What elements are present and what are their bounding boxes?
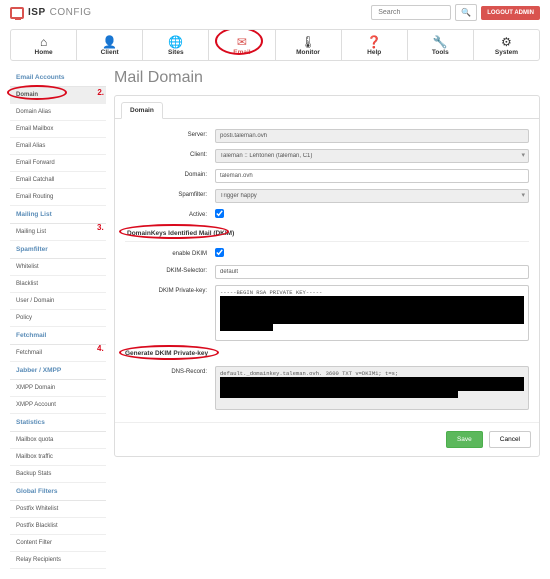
textarea-dns-record[interactable]: default._domainkey.taleman.ovh. 3600 TXT… — [215, 366, 529, 410]
nav-system[interactable]: ⚙System — [474, 30, 539, 60]
cancel-button[interactable]: Cancel — [489, 431, 531, 448]
sidebar-header-mailing-list: Mailing List — [10, 206, 106, 224]
sidebar-item-postfix-blacklist[interactable]: Postfix Blacklist — [10, 518, 106, 535]
sidebar-item-postfix-whitelist[interactable]: Postfix Whitelist — [10, 501, 106, 518]
sidebar-item-relay-recipients[interactable]: Relay Recipients — [10, 552, 106, 569]
logo: ISP CONFIG — [10, 7, 92, 19]
checkbox-enable-dkim[interactable] — [215, 248, 224, 257]
nav-email[interactable]: 1. ✉Email — [209, 30, 275, 60]
sidebar-item-fetchmail[interactable]: Fetchmail — [10, 345, 106, 362]
sidebar-header-statistics: Statistics — [10, 414, 106, 432]
link-generate-dkim-key[interactable]: Generate DKIM Private-key — [125, 347, 208, 360]
sidebar-item-user-domain[interactable]: User / Domain — [10, 293, 106, 310]
sidebar-item-domain-alias[interactable]: Domain Alias — [10, 104, 106, 121]
form-buttons: Save Cancel — [115, 422, 539, 456]
input-dkim-selector[interactable] — [215, 265, 529, 279]
label-spamfilter: Spamfilter: — [125, 189, 215, 198]
sidebar-item-policy[interactable]: Policy — [10, 310, 106, 327]
monitor-icon: 🌡 — [278, 36, 339, 49]
main-nav: ⌂Home 👤Client 🌐Sites 1. ✉Email 🌡Monitor … — [10, 29, 540, 61]
sidebar-item-email-mailbox[interactable]: Email Mailbox — [10, 121, 106, 138]
sidebar-item-email-forward[interactable]: Email Forward — [10, 155, 106, 172]
label-enable-dkim: enable DKIM — [125, 248, 215, 257]
label-dkim-private: DKIM Private-key: — [125, 285, 215, 294]
search-input[interactable] — [371, 5, 451, 20]
sidebar-item-mailbox-quota[interactable]: Mailbox quota — [10, 432, 106, 449]
redacted-dns-body: ████████████████████████████████████████… — [220, 377, 524, 398]
logo-icon — [10, 7, 24, 19]
client-icon: 👤 — [79, 36, 140, 49]
sites-icon: 🌐 — [145, 36, 206, 49]
logout-button[interactable]: LOGOUT ADMIN — [481, 6, 540, 20]
nav-home[interactable]: ⌂Home — [11, 30, 77, 60]
sidebar-header-global-filters: Global Filters — [10, 483, 106, 501]
annotation-1-number: 1. — [211, 29, 218, 32]
topbar: ISP CONFIG 🔍 LOGOUT ADMIN — [0, 0, 550, 29]
system-icon: ⚙ — [476, 36, 537, 49]
sidebar-header-jabber-xmpp: Jabber / XMPP — [10, 362, 106, 380]
label-active: Active: — [125, 209, 215, 218]
sidebar-item-backup-stats[interactable]: Backup Stats — [10, 466, 106, 483]
label-client: Client: — [125, 149, 215, 158]
sidebar-header-email-accounts: Email Accounts — [10, 69, 106, 87]
select-client[interactable] — [215, 149, 529, 163]
help-icon: ❓ — [344, 36, 405, 49]
sidebar-item-blacklist[interactable]: Blacklist — [10, 276, 106, 293]
tab-domain[interactable]: Domain — [121, 102, 163, 119]
sidebar-item-xmpp-domain[interactable]: XMPP Domain — [10, 380, 106, 397]
label-server: Server: — [125, 129, 215, 138]
logo-text-light: CONFIG — [50, 7, 92, 18]
search-button[interactable]: 🔍 — [455, 4, 477, 21]
save-button[interactable]: Save — [446, 431, 483, 448]
checkbox-active[interactable] — [215, 209, 224, 218]
annotation-2-number: 2. — [97, 88, 104, 97]
input-domain[interactable] — [215, 169, 529, 183]
sidebar: Email Accounts Domain 2. Domain Alias Em… — [10, 69, 106, 569]
sidebar-header-fetchmail: Fetchmail — [10, 327, 106, 345]
sidebar-item-mailing-list[interactable]: Mailing List — [10, 224, 106, 241]
sidebar-item-domain[interactable]: Domain 2. — [10, 87, 106, 104]
nav-sites[interactable]: 🌐Sites — [143, 30, 209, 60]
nav-client[interactable]: 👤Client — [77, 30, 143, 60]
tab-bar: Domain — [115, 96, 539, 119]
label-dns-record: DNS-Record: — [125, 366, 215, 375]
form-panel: Domain Server: Client: Domain: Spamfilte… — [114, 95, 540, 457]
nav-tools[interactable]: 🔧Tools — [408, 30, 474, 60]
sidebar-header-spamfilter: Spamfilter — [10, 241, 106, 259]
nav-monitor[interactable]: 🌡Monitor — [276, 30, 342, 60]
input-server — [215, 129, 529, 143]
redacted-key-body: ████████████████████████████████████████… — [220, 296, 524, 331]
sidebar-item-email-alias[interactable]: Email Alias — [10, 138, 106, 155]
sidebar-item-content-filter[interactable]: Content Filter — [10, 535, 106, 552]
main-content: Mail Domain Domain Server: Client: Domai… — [114, 69, 540, 569]
label-domain: Domain: — [125, 169, 215, 178]
select-spamfilter[interactable] — [215, 189, 529, 203]
sidebar-item-xmpp-account[interactable]: XMPP Account — [10, 397, 106, 414]
nav-help[interactable]: ❓Help — [342, 30, 408, 60]
sidebar-item-email-catchall[interactable]: Email Catchall — [10, 172, 106, 189]
sidebar-item-whitelist[interactable]: Whitelist — [10, 259, 106, 276]
page-title: Mail Domain — [114, 69, 540, 87]
home-icon: ⌂ — [13, 36, 74, 49]
textarea-dkim-private[interactable]: -----BEGIN RSA PRIVATE KEY----- ████████… — [215, 285, 529, 341]
email-icon: ✉ — [211, 36, 272, 49]
section-dkim-heading: DomainKeys Identified Mail (DKIM) — [125, 226, 529, 242]
label-dkim-selector: DKIM-Selector: — [125, 265, 215, 274]
sidebar-item-mailbox-traffic[interactable]: Mailbox traffic — [10, 449, 106, 466]
tools-icon: 🔧 — [410, 36, 471, 49]
logo-text-bold: ISP — [28, 7, 46, 18]
sidebar-item-email-routing[interactable]: Email Routing — [10, 189, 106, 206]
